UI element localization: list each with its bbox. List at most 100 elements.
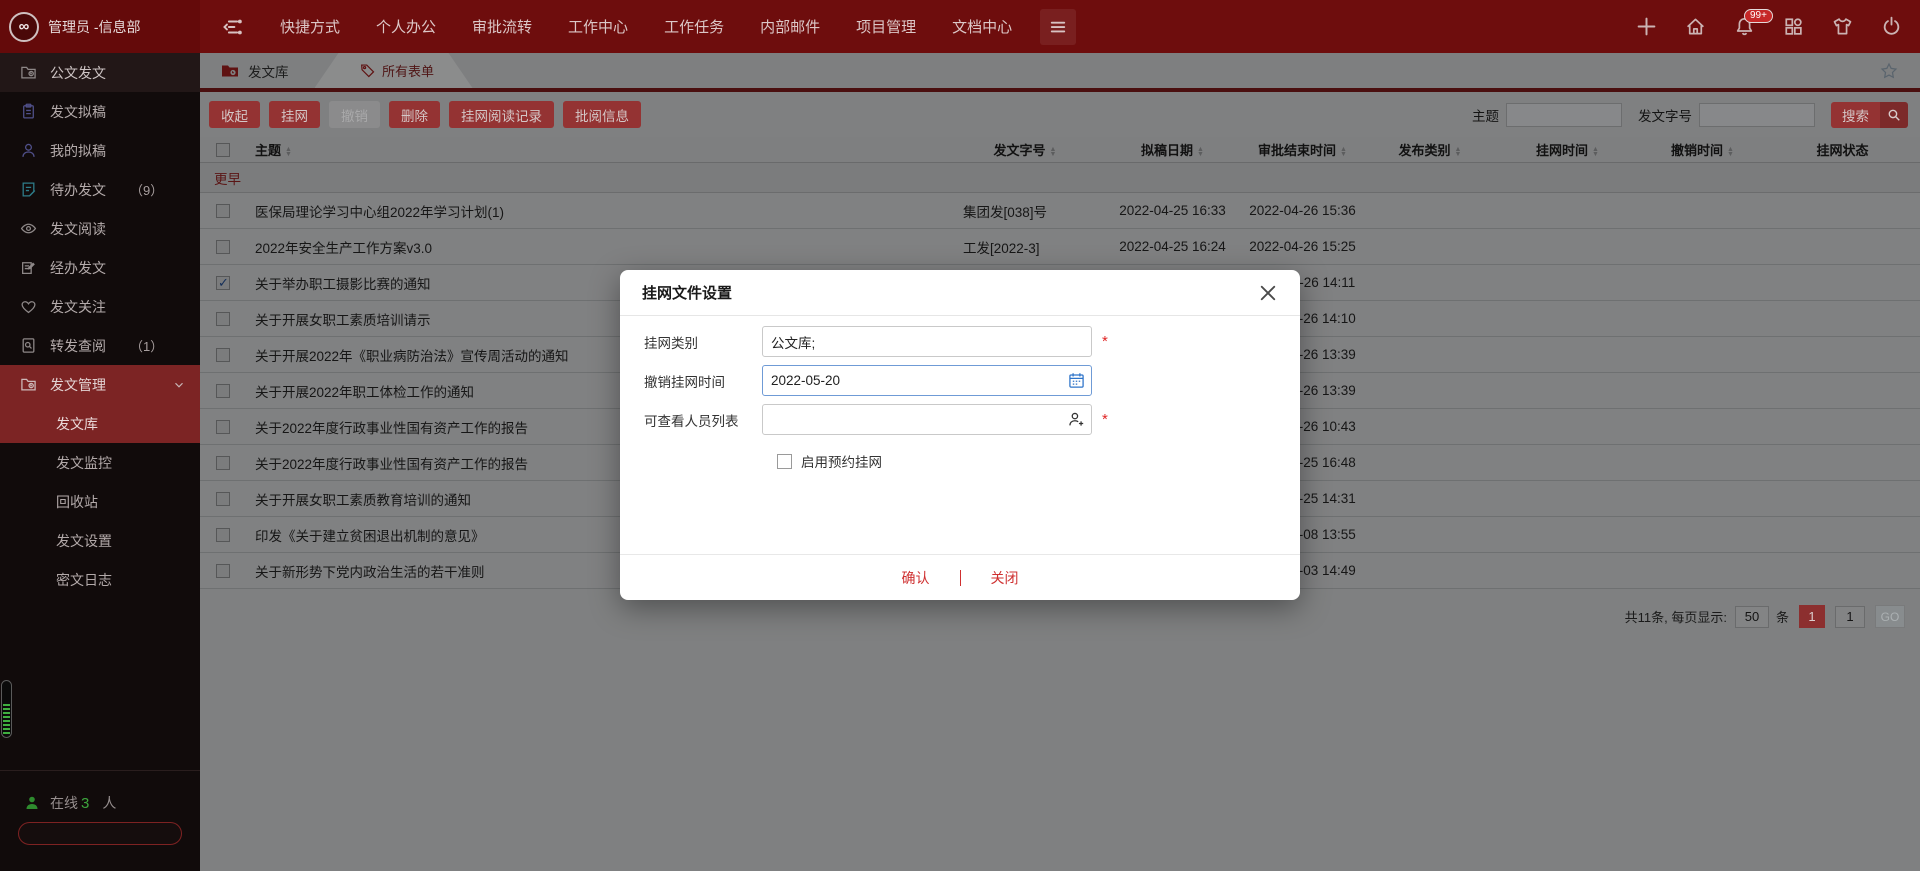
publish-category-input[interactable] <box>762 326 1092 357</box>
sidebar-item-gongwen-fawen[interactable]: 公文发文 <box>0 53 200 92</box>
sidebar-item-jingban-fawen[interactable]: 经办发文 <box>0 248 200 287</box>
close-button[interactable]: 关闭 <box>991 568 1019 588</box>
row-checkbox[interactable] <box>216 456 230 470</box>
plus-icon[interactable] <box>1636 16 1657 37</box>
read-record-button[interactable]: 挂网阅读记录 <box>449 101 554 128</box>
revoke-time-input[interactable] <box>762 365 1092 396</box>
tab-root-label: 发文库 <box>248 61 289 81</box>
sidebar-scroll-indicator[interactable] <box>1 680 12 738</box>
home-icon[interactable] <box>1685 16 1706 37</box>
nav-item-project-mgmt[interactable]: 项目管理 <box>856 16 916 37</box>
sidebar-item-label: 发文阅读 <box>50 219 106 239</box>
nav-more-button[interactable] <box>1040 9 1076 45</box>
sidebar-item-daiban-fawen[interactable]: 待办发文 （9） <box>0 170 200 209</box>
publish-button[interactable]: 挂网 <box>269 101 320 128</box>
calendar-icon[interactable] <box>1068 372 1085 389</box>
sidebar-subitem-fawen-shezhi[interactable]: 发文设置 <box>0 521 200 560</box>
review-info-button[interactable]: 批阅信息 <box>563 101 641 128</box>
company-logo: ∞ <box>9 12 39 42</box>
row-checkbox[interactable] <box>216 420 230 434</box>
nav-item-work-center[interactable]: 工作中心 <box>568 16 628 37</box>
nav-item-doc-center[interactable]: 文档中心 <box>952 16 1012 37</box>
row-checkbox[interactable] <box>216 276 230 290</box>
tab-all-forms[interactable]: 所有表单 <box>315 53 473 88</box>
sidebar-subitem-fawenku[interactable]: 发文库 <box>0 404 200 443</box>
sidebar-item-fawen-guanli[interactable]: 发文管理 <box>0 365 200 404</box>
brand-area: ∞ 管理员 -信息部 <box>0 0 200 53</box>
row-checkbox[interactable] <box>216 348 230 362</box>
sidebar-item-fawen-guanzhu[interactable]: 发文关注 <box>0 287 200 326</box>
row-checkbox[interactable] <box>216 528 230 542</box>
sidebar-item-label: 转发查阅 <box>50 336 106 356</box>
nav-item-approval-flow[interactable]: 审批流转 <box>472 16 532 37</box>
sidebar-item-fawen-nigao[interactable]: 发文拟稿 <box>0 92 200 131</box>
sidebar-item-label: 发文管理 <box>50 375 106 395</box>
go-button[interactable]: GO <box>1875 605 1905 628</box>
sidebar-search-input[interactable] <box>19 827 194 841</box>
nav-item-shortcuts[interactable]: 快捷方式 <box>280 16 340 37</box>
docno-filter-input[interactable] <box>1699 103 1815 127</box>
row-draft-date: 2022-04-25 16:24 <box>1105 239 1240 254</box>
sidebar-search <box>18 822 182 845</box>
page-jump-input[interactable] <box>1835 606 1865 628</box>
row-checkbox[interactable] <box>216 312 230 326</box>
subject-filter-label: 主题 <box>1472 105 1499 125</box>
search-button[interactable]: 搜索 <box>1831 102 1908 128</box>
field-viewer-list: 可查看人员列表 * <box>644 404 1108 435</box>
row-checkbox[interactable] <box>216 240 230 254</box>
bell-icon[interactable]: 99+ <box>1734 16 1755 37</box>
row-checkbox[interactable] <box>216 204 230 218</box>
collapse-button[interactable]: 收起 <box>209 101 260 128</box>
sidebar-item-fawen-yuedu[interactable]: 发文阅读 <box>0 209 200 248</box>
tshirt-icon[interactable] <box>1832 16 1853 37</box>
sidebar-item-count: （1） <box>130 336 163 355</box>
col-revoke-time[interactable]: 撤销时间▲▼ <box>1640 140 1765 159</box>
field-label: 可查看人员列表 <box>644 410 762 430</box>
header-icon-bar: 99+ <box>1636 16 1920 37</box>
checkbox-box[interactable] <box>777 454 792 469</box>
sidebar-item-wode-nigao[interactable]: 我的拟稿 <box>0 131 200 170</box>
favorite-star-icon[interactable] <box>1880 62 1898 80</box>
select-all-checkbox[interactable] <box>216 143 230 157</box>
row-docno: 集团发[038]号 <box>945 201 1105 221</box>
confirm-button[interactable]: 确认 <box>902 568 930 588</box>
nav-item-internal-mail[interactable]: 内部邮件 <box>760 16 820 37</box>
group-row-earlier[interactable]: 更早 <box>200 163 1920 193</box>
viewer-list-input[interactable] <box>762 404 1092 435</box>
sidebar-subitem-miwen-rizhi[interactable]: 密文日志 <box>0 560 200 599</box>
subject-filter-input[interactable] <box>1506 103 1622 127</box>
nav-item-personal-office[interactable]: 个人办公 <box>376 16 436 37</box>
col-approval-end[interactable]: 审批结束时间▲▼ <box>1240 140 1365 159</box>
revoke-button[interactable]: 撤销 <box>329 101 380 128</box>
current-page-button[interactable]: 1 <box>1799 605 1825 628</box>
col-publish-type[interactable]: 发布类别▲▼ <box>1365 140 1495 159</box>
schedule-publish-checkbox[interactable]: 启用预约挂网 <box>768 451 882 471</box>
person-add-icon[interactable] <box>1068 411 1085 428</box>
delete-button[interactable]: 删除 <box>389 101 440 128</box>
table-row[interactable]: 医保局理论学习中心组2022年学习计划(1) 集团发[038]号 2022-04… <box>200 193 1920 229</box>
col-subject[interactable]: 主题▲▼ <box>240 140 945 159</box>
row-checkbox[interactable] <box>216 564 230 578</box>
row-checkbox[interactable] <box>216 492 230 506</box>
col-publish-time[interactable]: 挂网时间▲▼ <box>1495 140 1640 159</box>
col-docno[interactable]: 发文字号▲▼ <box>945 140 1105 159</box>
close-icon[interactable] <box>1258 283 1278 303</box>
footer-divider <box>960 570 961 586</box>
sidebar-item-zhuanfa-chayue[interactable]: 转发查阅 （1） <box>0 326 200 365</box>
sidebar-collapse-icon[interactable] <box>222 16 244 38</box>
tab-active-label: 所有表单 <box>382 61 434 80</box>
table-row[interactable]: 2022年安全生产工作方案v3.0 工发[2022-3] 2022-04-25 … <box>200 229 1920 265</box>
page-size-input[interactable] <box>1735 606 1769 628</box>
row-subject[interactable]: 医保局理论学习中心组2022年学习计划(1) <box>240 201 945 221</box>
row-checkbox[interactable] <box>216 384 230 398</box>
sidebar-subitem-huishouzhan[interactable]: 回收站 <box>0 482 200 521</box>
folder-doc-icon <box>20 64 37 81</box>
sidebar-subitem-fawen-jiankong[interactable]: 发文监控 <box>0 443 200 482</box>
row-subject[interactable]: 2022年安全生产工作方案v3.0 <box>240 237 945 257</box>
col-draft-date[interactable]: 拟稿日期▲▼ <box>1105 140 1240 159</box>
nav-item-work-tasks[interactable]: 工作任务 <box>664 16 724 37</box>
sidebar: 公文发文 发文拟稿 我的拟稿 待办发文 （9） 发文阅读 经办发文 <box>0 53 200 871</box>
tab-fawenku[interactable]: 发文库 <box>212 61 289 81</box>
apps-grid-icon[interactable] <box>1783 16 1804 37</box>
power-icon[interactable] <box>1881 16 1902 37</box>
